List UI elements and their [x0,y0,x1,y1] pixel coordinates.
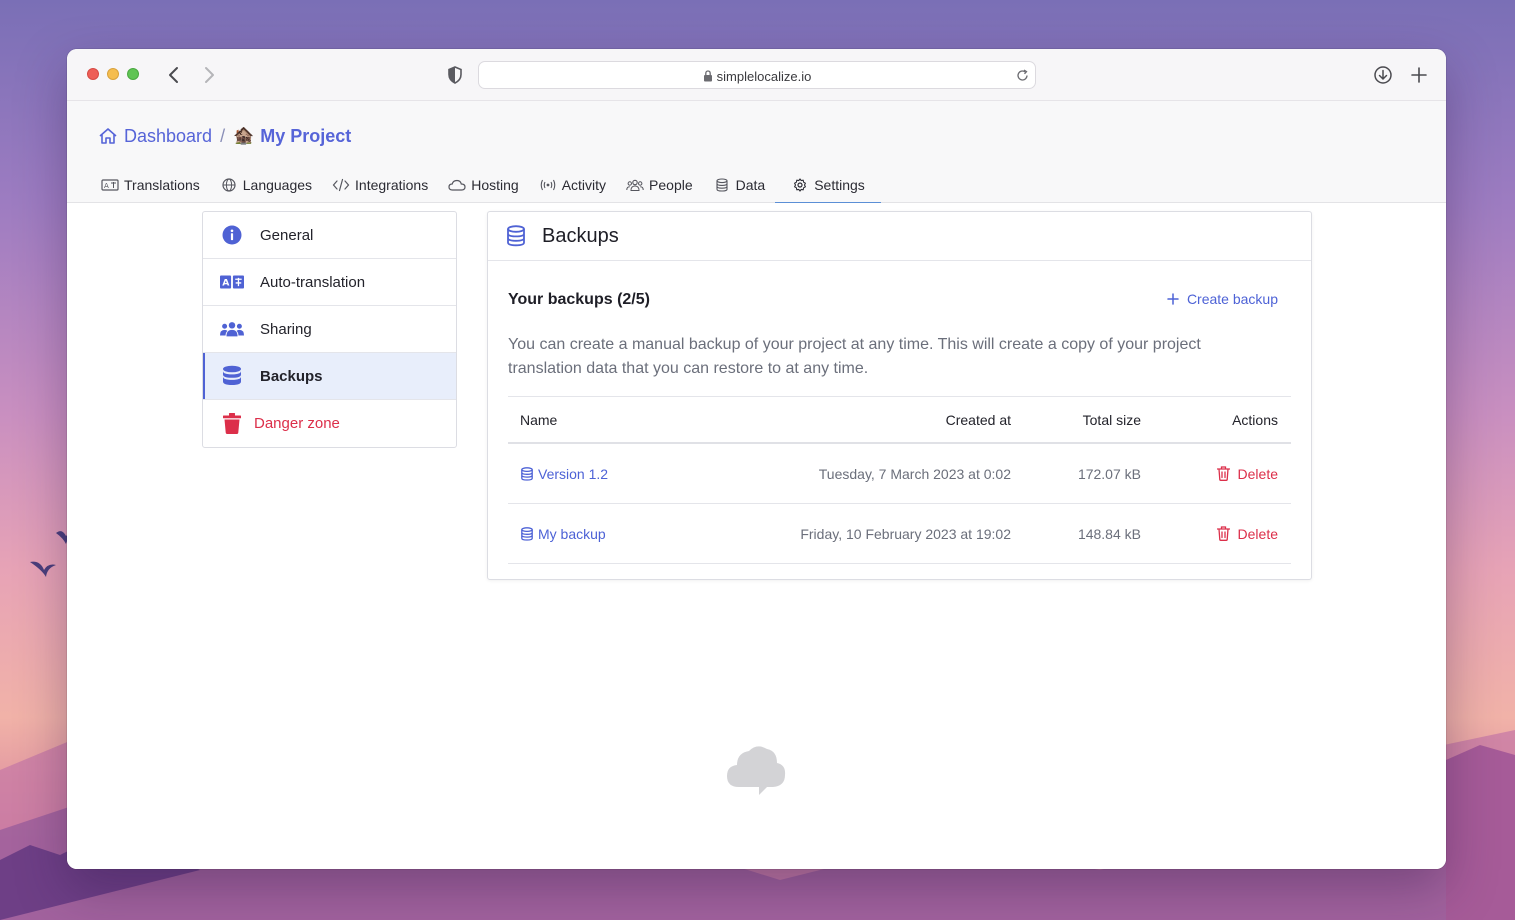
backup-name: Version 1.2 [538,465,609,482]
main-content: General A Auto-translation Sharing Backu… [67,203,1446,869]
tab-people[interactable]: People [616,166,703,203]
users-icon [220,322,244,337]
table-row: Version 1.2 Tuesday, 7 March 2023 at 0:0… [508,444,1291,504]
plus-icon [1167,293,1179,305]
browser-toolbar: simplelocalize.io [67,49,1446,101]
tab-label: Settings [814,176,865,193]
tab-integrations[interactable]: Integrations [322,166,438,203]
database-icon [521,466,533,481]
gear-icon [794,177,807,192]
backup-name: My backup [538,525,606,542]
tab-label: Data [735,176,766,193]
svg-text:A: A [104,182,109,190]
tab-label: Translations [124,176,200,193]
home-icon[interactable] [98,127,118,145]
browser-window: simplelocalize.io Dashboard / 🏚️ My Proj… [67,49,1446,869]
info-icon [222,225,242,245]
sidebar-item-label: Sharing [260,320,312,338]
delete-label: Delete [1237,465,1278,482]
backup-link[interactable]: My backup [520,526,606,542]
panel-title: Backups [542,224,619,247]
sidebar-item-label: General [260,226,314,244]
database-icon [521,526,533,541]
project-name-link[interactable]: My Project [260,126,351,147]
create-backup-label: Create backup [1186,291,1278,307]
database-icon [223,365,241,385]
breadcrumb-separator: / [220,125,226,146]
sidebar-item-label: Auto-translation [260,273,366,291]
backup-link[interactable]: Version 1.2 [520,466,608,482]
lock-icon [703,70,712,82]
tab-label: Integrations [355,176,429,193]
translate-icon: A [101,178,119,191]
backup-size: 172.07 kB [1077,465,1141,482]
auto-translate-icon: A [220,275,244,289]
trash-icon [223,413,241,434]
sidebar-item-label: Danger zone [254,415,340,432]
sidebar-item-sharing[interactable]: Sharing [203,306,456,353]
breadcrumb: Dashboard / 🏚️ My Project [98,123,351,149]
section-title: Your backups (2/5) [508,291,650,308]
backup-created-at: Friday, 10 February 2023 at 19:02 [800,525,1011,542]
people-icon [626,179,644,191]
tab-label: Activity [561,176,607,193]
backup-description: You can create a manual backup of your p… [508,336,1201,377]
tab-label: Hosting [471,176,519,193]
backups-panel: Backups Your backups (2/5) Create backup… [487,211,1312,580]
address-bar[interactable]: simplelocalize.io [478,61,1036,89]
tab-languages[interactable]: Languages [210,166,322,203]
app-header: Dashboard / 🏚️ My Project A Translations… [67,101,1446,204]
trash-icon [1216,526,1230,541]
delete-backup-button[interactable]: Delete [1216,465,1278,482]
sidebar-item-backups[interactable]: Backups [203,353,456,400]
zoom-window-button[interactable] [127,68,139,80]
new-tab-icon[interactable] [1408,64,1430,86]
minimize-window-button[interactable] [107,68,119,80]
backups-table: Name Created at Total size Actions Versi… [508,396,1291,564]
backup-size: 148.84 kB [1077,525,1141,542]
column-header-size: Total size [1082,411,1141,428]
cloud-icon [448,179,466,191]
column-header-name: Name [520,411,558,428]
code-icon [332,178,350,191]
delete-label: Delete [1237,525,1278,542]
column-header-created: Created at [945,411,1011,428]
app-logo-cloud-icon [727,746,786,795]
tab-label: People [649,176,693,193]
downloads-icon[interactable] [1372,64,1394,86]
panel-header: Backups [488,212,1311,261]
settings-sidebar: General A Auto-translation Sharing Backu… [202,211,457,448]
sidebar-item-auto-translation[interactable]: A Auto-translation [203,259,456,306]
globe-icon [222,177,236,192]
sidebar-item-label: Backups [260,367,323,385]
table-row: My backup Friday, 10 February 2023 at 19… [508,504,1291,564]
back-arrow-icon[interactable] [164,64,184,86]
tab-translations[interactable]: A Translations [91,166,210,203]
delete-backup-button[interactable]: Delete [1216,525,1278,542]
reload-icon[interactable] [1015,68,1030,83]
tab-activity[interactable]: Activity [529,166,616,203]
close-window-button[interactable] [87,68,99,80]
breadcrumb-dashboard-link[interactable]: Dashboard [124,126,212,147]
forward-arrow-icon[interactable] [199,64,219,86]
tab-data[interactable]: Data [703,166,776,203]
tab-hosting[interactable]: Hosting [438,166,528,203]
broadcast-icon [540,179,555,190]
privacy-shield-icon[interactable] [445,65,465,85]
sidebar-item-danger-zone[interactable]: Danger zone [203,400,456,447]
url-text: simplelocalize.io [716,68,812,84]
trash-icon [1216,466,1230,481]
svg-text:A: A [222,278,230,289]
database-icon [716,177,728,192]
tab-settings[interactable]: Settings [775,166,881,204]
table-header-row: Name Created at Total size Actions [508,397,1291,444]
column-header-actions: Actions [1232,411,1278,428]
project-tabs: A Translations Languages Integrations Ho… [91,166,881,204]
sidebar-item-general[interactable]: General [203,212,456,259]
database-icon [507,225,525,247]
backup-created-at: Tuesday, 7 March 2023 at 0:02 [818,465,1011,482]
tab-label: Languages [242,176,313,193]
create-backup-button[interactable]: Create backup [1167,291,1278,307]
project-emoji: 🏚️ [233,126,255,145]
